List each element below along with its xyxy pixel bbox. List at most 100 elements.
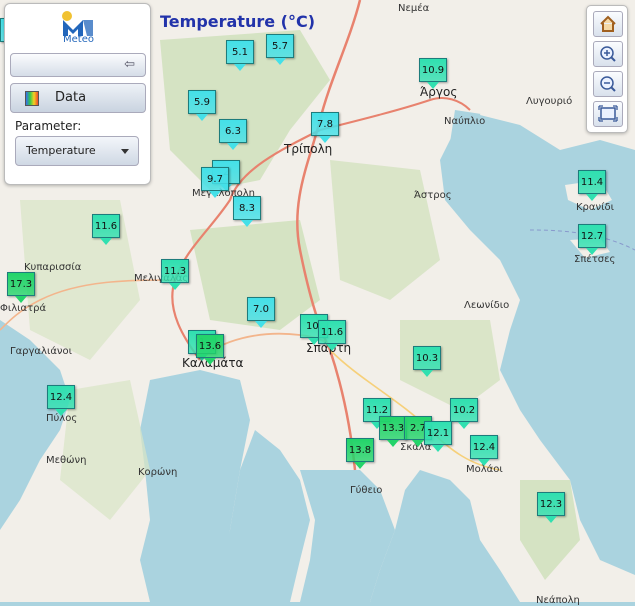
marker-pointer [227, 143, 239, 150]
marker-pointer [209, 191, 221, 198]
place-label: Νεάπολη [536, 595, 580, 606]
station-temperature: 10.9 [421, 64, 445, 76]
station-marker[interactable]: 7.0 [247, 297, 275, 328]
logo-text: Meteo [63, 34, 94, 45]
data-button[interactable]: Data [10, 83, 146, 113]
home-icon [600, 15, 616, 32]
station-temperature: 17.3 [9, 278, 33, 290]
marker-pointer [15, 296, 27, 303]
station-marker[interactable]: 12.4 [470, 435, 498, 466]
marker-pointer [586, 194, 598, 201]
station-marker[interactable]: 7.8 [311, 112, 339, 143]
station-temperature: 12.7 [580, 230, 604, 242]
station-temperature: 13.6 [198, 340, 222, 352]
marker-pointer [545, 516, 557, 523]
station-marker[interactable]: 5.9 [188, 90, 216, 121]
data-gradient-icon [25, 91, 39, 106]
marker-pointer [241, 220, 253, 227]
station-marker[interactable]: 13.8 [346, 438, 374, 469]
station-marker[interactable]: 13.6 [196, 334, 224, 365]
place-label: Λυγουριό [526, 96, 573, 107]
station-temperature: 10.2 [452, 404, 476, 416]
station-marker[interactable]: 10.3 [413, 346, 441, 377]
collapse-arrow-icon: ⇦ [124, 57, 135, 72]
station-temperature: 8.3 [239, 202, 255, 214]
station-temperature: 11.4 [580, 176, 604, 188]
place-label: Σπέτσες [574, 254, 616, 265]
marker-pointer [478, 459, 490, 466]
fullscreen-button[interactable] [593, 101, 623, 127]
place-label: Νεμέα [398, 3, 430, 14]
marker-pointer [319, 136, 331, 143]
station-temperature: 13.8 [348, 444, 372, 456]
place-label: Ναύπλιο [444, 116, 486, 127]
place-label: Γαργαλιάνοι [10, 346, 73, 357]
place-label: Τρίπολη [284, 142, 333, 156]
zoom-out-icon [600, 76, 616, 92]
station-marker[interactable]: 9.7 [201, 167, 229, 198]
station-temperature: 12.3 [539, 498, 563, 510]
station-marker[interactable]: 11.6 [92, 214, 120, 245]
marker-pointer [55, 409, 67, 416]
station-temperature: 5.1 [232, 46, 248, 58]
station-temperature: 11.2 [365, 404, 389, 416]
station-marker[interactable]: 12.3 [537, 492, 565, 523]
station-temperature: 5.9 [194, 96, 210, 108]
control-panel: Meteo ⇦ Data Parameter: Temperature [4, 3, 151, 185]
marker-pointer [204, 358, 216, 365]
marker-pointer [255, 321, 267, 328]
zoom-in-button[interactable] [593, 41, 623, 67]
marker-pointer [412, 440, 424, 447]
station-marker[interactable]: 10.9 [419, 58, 447, 89]
marker-pointer [354, 462, 366, 469]
station-marker[interactable]: 11.3 [161, 259, 189, 290]
place-label: Γύθειο [350, 485, 383, 496]
station-temperature: 13.3 [381, 422, 405, 434]
marker-pointer [387, 440, 399, 447]
station-marker[interactable]: 5.1 [226, 40, 254, 71]
place-label: Λεωνίδιο [464, 300, 510, 311]
station-marker[interactable]: 5.7 [266, 34, 294, 65]
parameter-select[interactable]: Temperature [15, 136, 139, 166]
zoom-in-icon [600, 46, 616, 62]
marker-pointer [586, 248, 598, 255]
station-temperature: 11.6 [320, 326, 344, 338]
marker-pointer [421, 370, 433, 377]
marker-pointer [169, 283, 181, 290]
parameter-select-value: Temperature [26, 144, 96, 157]
marker-pointer [432, 445, 444, 452]
marker-pointer [458, 422, 470, 429]
data-button-label: Data [55, 90, 87, 105]
station-marker[interactable]: 17.3 [7, 272, 35, 303]
place-label: Άστρος [414, 190, 452, 201]
zoom-out-button[interactable] [593, 71, 623, 97]
station-temperature: 6.3 [225, 125, 241, 137]
station-marker[interactable]: 12.4 [47, 385, 75, 416]
station-temperature: 11.6 [94, 220, 118, 232]
station-temperature: 12.1 [426, 427, 450, 439]
marker-pointer [326, 344, 338, 351]
marker-pointer [274, 58, 286, 65]
station-marker[interactable]: 12.1 [424, 421, 452, 452]
station-temperature: 7.8 [317, 118, 333, 130]
station-temperature: 11.3 [163, 265, 187, 277]
station-marker[interactable]: 11.6 [318, 320, 346, 351]
station-marker[interactable]: 11.4 [578, 170, 606, 201]
fullscreen-icon [598, 105, 618, 122]
station-marker[interactable]: 13.3 [379, 416, 407, 447]
place-label: Κρανίδι [576, 202, 614, 213]
map-controls [586, 5, 628, 133]
marker-pointer [100, 238, 112, 245]
station-marker[interactable]: 10.2 [450, 398, 478, 429]
station-temperature: 5.7 [272, 40, 288, 52]
marker-pointer [427, 82, 439, 89]
station-marker[interactable]: 8.3 [233, 196, 261, 227]
chevron-down-icon [121, 149, 129, 154]
parameter-label: Parameter: [15, 119, 82, 133]
map-title: Temperature (°C) [160, 12, 316, 31]
marker-pointer [196, 114, 208, 121]
station-marker[interactable]: 12.7 [578, 224, 606, 255]
station-marker[interactable]: 6.3 [219, 119, 247, 150]
home-button[interactable] [593, 11, 623, 37]
collapse-panel-button[interactable]: ⇦ [10, 53, 146, 77]
